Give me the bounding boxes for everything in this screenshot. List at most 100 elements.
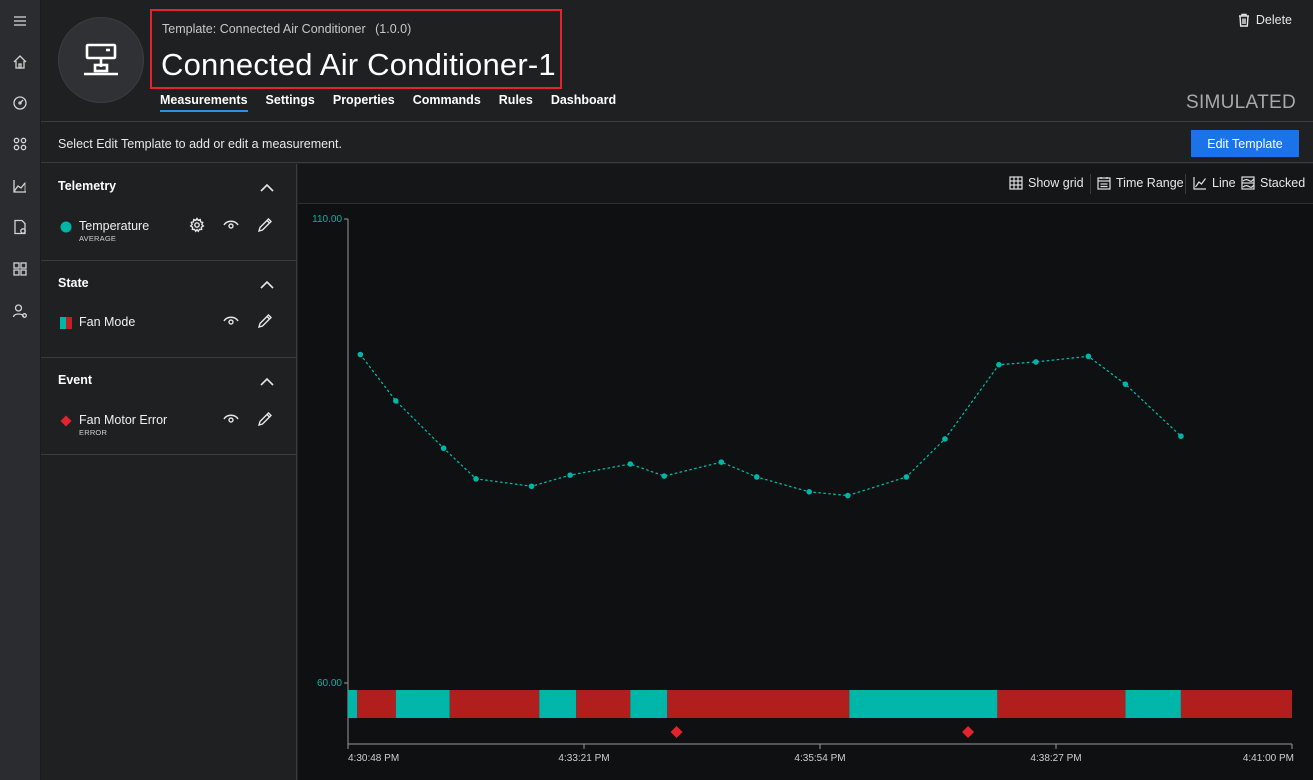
y-tick-label: 110.00 <box>312 214 342 225</box>
show-grid-label: Show grid <box>1028 176 1084 190</box>
stacked-view-label: Stacked <box>1260 176 1306 190</box>
eye-icon[interactable] <box>223 217 241 235</box>
temperature-data-point <box>996 361 1002 368</box>
template-name[interactable]: Connected Air Conditioner <box>220 22 366 36</box>
event-section: Event Fan Motor Error ERROR <box>41 358 296 455</box>
fan-mode-state-segment <box>997 690 1126 718</box>
temperature-data-point <box>627 461 634 467</box>
info-bar: Select Edit Template to add or edit a me… <box>41 123 1313 163</box>
tab-rules[interactable]: Rules <box>499 93 533 112</box>
chevron-up-icon[interactable] <box>260 277 274 289</box>
fan-mode-state-segment <box>395 690 450 718</box>
apps-grid-icon[interactable] <box>10 259 30 279</box>
pencil-icon[interactable] <box>257 411 275 429</box>
line-view-label: Line <box>1212 176 1236 190</box>
fan-mode-state-segment <box>357 690 396 718</box>
temperature-data-point <box>440 445 447 452</box>
tab-dashboard[interactable]: Dashboard <box>551 93 616 112</box>
fan-motor-error-event-marker <box>962 726 975 738</box>
tab-commands[interactable]: Commands <box>413 93 481 112</box>
stacked-chart-icon <box>1241 176 1255 190</box>
tab-settings[interactable]: Settings <box>266 93 315 112</box>
fan-motor-error-event-marker <box>670 726 683 738</box>
temperature-data-point <box>903 474 910 480</box>
fan-mode-state-segment <box>1180 690 1292 718</box>
time-range-label: Time Range <box>1116 176 1184 190</box>
measurement-chart: 110.00 60.00 4:30:48 PM 4:33:21 PM 4:35:54 P… <box>312 214 1294 764</box>
toolbar-divider <box>1090 174 1091 194</box>
fan-mode-state-segment <box>630 690 668 718</box>
calendar-icon <box>1097 177 1111 190</box>
temperature-data-point <box>1122 381 1129 387</box>
event-item-name: Fan Motor Error <box>79 413 168 427</box>
fan-mode-state-segment <box>849 690 998 718</box>
template-info: Template: Connected Air Conditioner (1.0… <box>162 22 411 36</box>
event-title: Event <box>58 373 93 387</box>
pencil-icon[interactable] <box>257 217 275 235</box>
edit-template-button[interactable]: Edit Template <box>1191 130 1299 157</box>
eye-icon[interactable] <box>223 411 241 429</box>
show-grid-button[interactable]: Show grid <box>1009 176 1084 190</box>
state-title: State <box>58 276 89 290</box>
device-templates-icon[interactable] <box>10 217 30 237</box>
tab-properties[interactable]: Properties <box>333 93 395 112</box>
delete-label: Delete <box>1255 13 1292 27</box>
telemetry-title: Telemetry <box>58 179 117 193</box>
state-section: State Fan Mode <box>41 261 296 358</box>
telemetry-item-name: Temperature <box>79 219 150 233</box>
delete-button[interactable]: Delete <box>1238 13 1292 27</box>
temperature-series-line <box>359 353 1182 497</box>
dashboard-gauge-icon[interactable] <box>10 93 30 113</box>
telemetry-section: Telemetry Temperature AVERAGE <box>41 164 296 261</box>
device-name-title: Connected Air Conditioner-1 <box>161 47 556 82</box>
temperature-data-point <box>1085 353 1092 360</box>
chevron-up-icon[interactable] <box>260 180 274 192</box>
simulated-badge: SIMULATED <box>1185 92 1296 113</box>
pencil-icon[interactable] <box>257 313 275 331</box>
x-tick-label: 4:35:54 PM <box>794 753 845 764</box>
chevron-up-icon[interactable] <box>260 374 274 386</box>
device-avatar <box>58 17 144 103</box>
chart-panel: Show grid Time Range Line Stacked 110.00… <box>298 164 1313 780</box>
eye-icon[interactable] <box>223 313 241 331</box>
grid-icon <box>1009 176 1023 190</box>
line-view-button[interactable]: Line <box>1193 176 1236 190</box>
temperature-data-point <box>806 489 813 495</box>
hamburger-menu-icon[interactable] <box>10 11 30 31</box>
chart-toolbar: Show grid Time Range Line Stacked <box>298 164 1313 204</box>
home-icon[interactable] <box>10 52 30 72</box>
temperature-data-point <box>753 474 760 480</box>
fan-mode-state-segment <box>1125 690 1181 718</box>
tab-measurements[interactable]: Measurements <box>160 93 248 112</box>
temperature-data-point <box>393 398 399 404</box>
temperature-data-point <box>844 492 851 499</box>
x-tick-label: 4:33:21 PM <box>558 753 609 764</box>
administration-user-icon[interactable] <box>10 301 30 321</box>
air-conditioner-icon <box>84 43 118 76</box>
temperature-data-point <box>1178 433 1184 439</box>
line-chart-icon <box>1193 177 1206 190</box>
state-item-fan-mode: Fan Mode <box>58 313 288 341</box>
template-label: Template: <box>162 22 217 36</box>
fan-mode-state-segment <box>576 690 631 718</box>
measurements-panel: Telemetry Temperature AVERAGE State Fan … <box>41 164 297 780</box>
temperature-data-point <box>357 351 364 358</box>
event-item-severity: ERROR <box>79 428 108 437</box>
temperature-data-point <box>528 483 535 490</box>
temperature-data-point <box>1033 359 1039 365</box>
event-item-fan-motor-error: Fan Motor Error ERROR <box>58 411 288 439</box>
fan-mode-state-segment <box>539 690 577 718</box>
template-version: (1.0.0) <box>375 22 412 36</box>
telemetry-item-aggregate: AVERAGE <box>79 234 117 243</box>
time-range-button[interactable]: Time Range <box>1097 176 1184 190</box>
fan-mode-state-segment <box>348 690 358 718</box>
info-message: Select Edit Template to add or edit a me… <box>58 137 342 151</box>
state-swatch-icon <box>60 317 72 329</box>
gear-icon[interactable] <box>189 217 207 235</box>
x-tick-label: 4:30:48 PM <box>348 753 399 764</box>
trash-icon <box>1238 13 1249 27</box>
fan-mode-state-segment <box>449 690 540 718</box>
device-explorer-icon[interactable] <box>10 134 30 154</box>
analytics-chart-icon[interactable] <box>10 176 30 196</box>
stacked-view-button[interactable]: Stacked <box>1241 176 1305 190</box>
